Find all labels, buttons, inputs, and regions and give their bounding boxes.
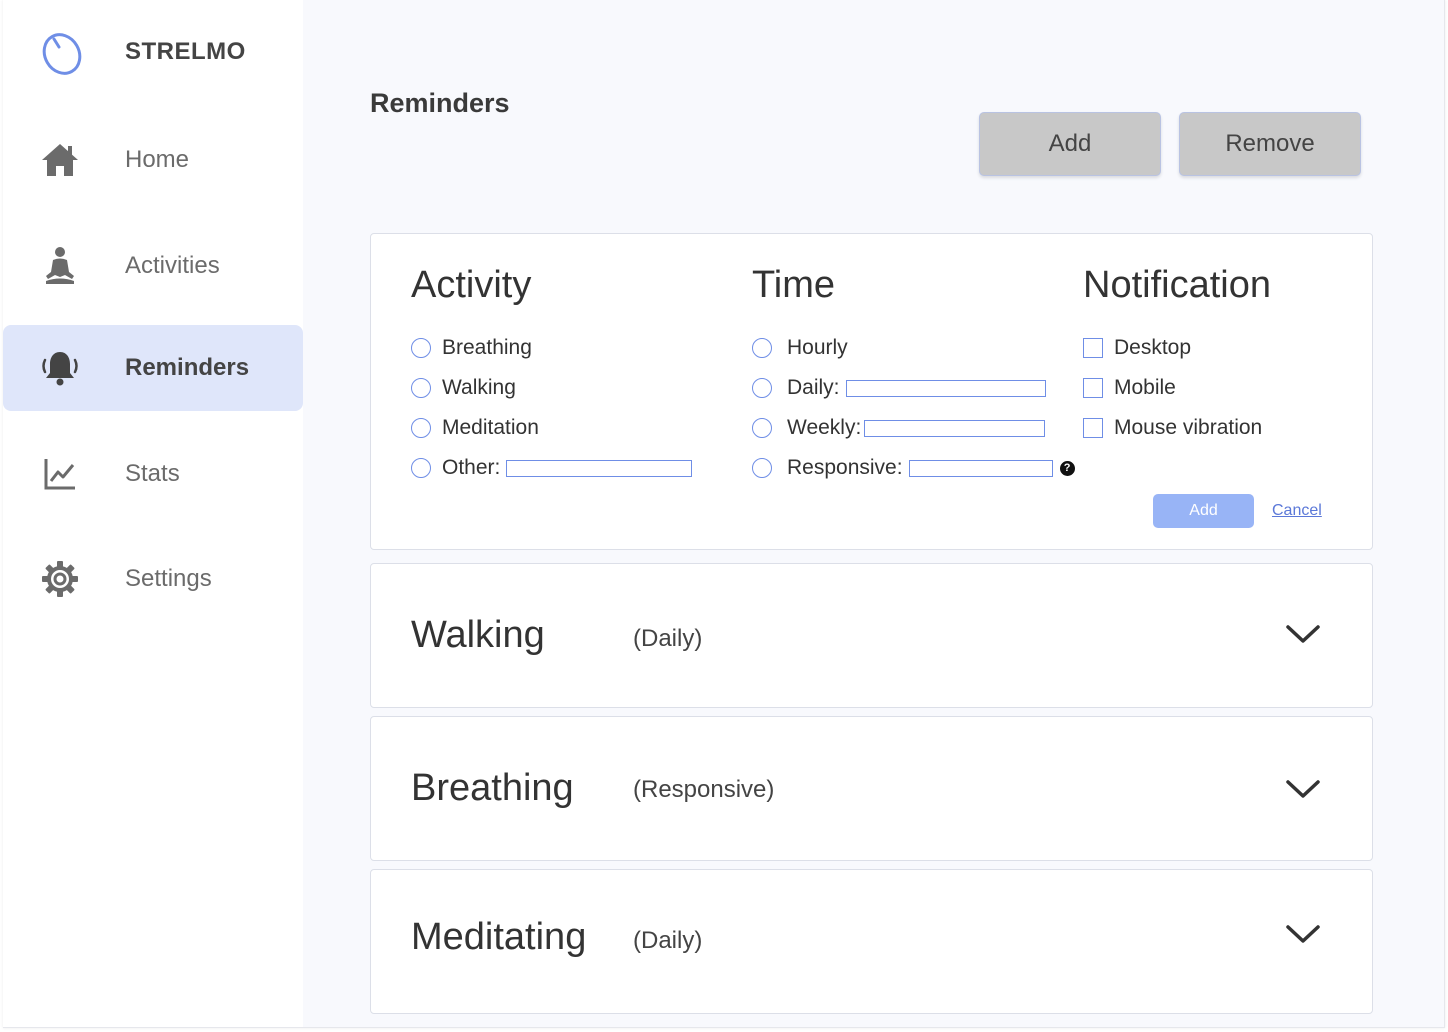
sidebar-item-home[interactable]: Home xyxy=(3,117,303,203)
mouse-logo-icon xyxy=(42,33,82,75)
add-reminder-button[interactable]: Add xyxy=(979,112,1161,176)
activity-option-walking[interactable]: Walking xyxy=(411,376,516,400)
form-cancel-link[interactable]: Cancel xyxy=(1272,502,1322,520)
remove-reminder-button[interactable]: Remove xyxy=(1179,112,1361,176)
option-label: Breathing xyxy=(442,336,532,359)
new-reminder-form: Activity Breathing Walking Meditation Ot… xyxy=(370,233,1373,550)
option-label: Hourly xyxy=(787,336,848,359)
reminder-name: Meditating xyxy=(411,916,587,958)
form-add-button[interactable]: Add xyxy=(1153,494,1254,528)
time-option-hourly[interactable]: Hourly xyxy=(752,336,848,360)
reminder-frequency: (Responsive) xyxy=(633,776,775,803)
sidebar-item-stats[interactable]: Stats xyxy=(3,431,303,517)
home-icon xyxy=(40,140,80,180)
option-label: Meditation xyxy=(442,416,539,439)
radio-button[interactable] xyxy=(752,338,772,358)
time-option-daily[interactable]: Daily: xyxy=(752,376,1046,400)
option-label: Mobile xyxy=(1114,376,1176,399)
meditation-icon xyxy=(40,246,80,286)
sidebar-item-label: Reminders xyxy=(125,354,250,381)
notification-option-desktop[interactable]: Desktop xyxy=(1083,336,1191,360)
radio-button[interactable] xyxy=(411,458,431,478)
activity-heading: Activity xyxy=(411,264,532,306)
radio-button[interactable] xyxy=(411,378,431,398)
sidebar-item-reminders[interactable]: Reminders xyxy=(3,325,303,411)
activity-option-breathing[interactable]: Breathing xyxy=(411,336,532,360)
option-label: Weekly: xyxy=(787,416,862,439)
page-title: Reminders xyxy=(370,88,510,118)
reminder-name: Walking xyxy=(411,614,545,656)
time-option-responsive[interactable]: Responsive: ? xyxy=(752,456,1075,480)
chevron-down-icon[interactable] xyxy=(1285,777,1321,801)
responsive-time-input[interactable] xyxy=(908,459,1053,477)
notification-heading: Notification xyxy=(1083,264,1271,306)
radio-button[interactable] xyxy=(411,338,431,358)
sidebar-item-label: Home xyxy=(125,146,190,173)
radio-button[interactable] xyxy=(752,378,772,398)
checkbox[interactable] xyxy=(1083,378,1103,398)
sidebar-item-label: Settings xyxy=(125,565,212,592)
question-icon[interactable]: ? xyxy=(1059,460,1075,476)
checkbox[interactable] xyxy=(1083,418,1103,438)
radio-button[interactable] xyxy=(752,418,772,438)
gear-icon xyxy=(40,559,80,599)
activity-option-meditation[interactable]: Meditation xyxy=(411,416,539,440)
reminder-name: Breathing xyxy=(411,767,574,809)
weekly-time-input[interactable] xyxy=(864,419,1046,437)
sidebar-item-activities[interactable]: Activities xyxy=(3,223,303,309)
reminder-frequency: (Daily) xyxy=(633,625,703,652)
option-label: Desktop xyxy=(1114,336,1192,359)
time-option-weekly[interactable]: Weekly: xyxy=(752,416,1046,440)
option-label: Mouse vibration xyxy=(1114,416,1263,439)
brand xyxy=(39,28,85,76)
app-name: STRELMO xyxy=(125,38,246,65)
chevron-down-icon[interactable] xyxy=(1285,622,1321,646)
sidebar: STRELMO Home Activities Reminders Stats … xyxy=(3,0,303,1027)
reminder-card-meditating[interactable]: Meditating (Daily) xyxy=(370,869,1373,1014)
option-label: Other: xyxy=(442,456,501,479)
reminder-card-walking[interactable]: Walking (Daily) xyxy=(370,563,1373,708)
sidebar-item-label: Stats xyxy=(125,460,180,487)
time-heading: Time xyxy=(752,264,836,306)
other-activity-input[interactable] xyxy=(506,459,693,477)
activity-option-other[interactable]: Other: xyxy=(411,456,693,480)
chart-icon xyxy=(40,454,80,494)
notification-option-mouse-vibration[interactable]: Mouse vibration xyxy=(1083,416,1262,440)
sidebar-item-settings[interactable]: Settings xyxy=(3,536,303,622)
radio-button[interactable] xyxy=(411,418,431,438)
notification-option-mobile[interactable]: Mobile xyxy=(1083,376,1176,400)
sidebar-item-label: Activities xyxy=(125,252,220,279)
option-label: Daily: xyxy=(787,376,840,399)
checkbox[interactable] xyxy=(1083,338,1103,358)
reminder-frequency: (Daily) xyxy=(633,927,703,954)
daily-time-input[interactable] xyxy=(845,379,1046,397)
chevron-down-icon[interactable] xyxy=(1285,922,1321,946)
bell-icon xyxy=(40,348,80,388)
radio-button[interactable] xyxy=(752,458,772,478)
option-label: Responsive: xyxy=(787,456,903,479)
reminder-card-breathing[interactable]: Breathing (Responsive) xyxy=(370,716,1373,861)
option-label: Walking xyxy=(442,376,516,399)
